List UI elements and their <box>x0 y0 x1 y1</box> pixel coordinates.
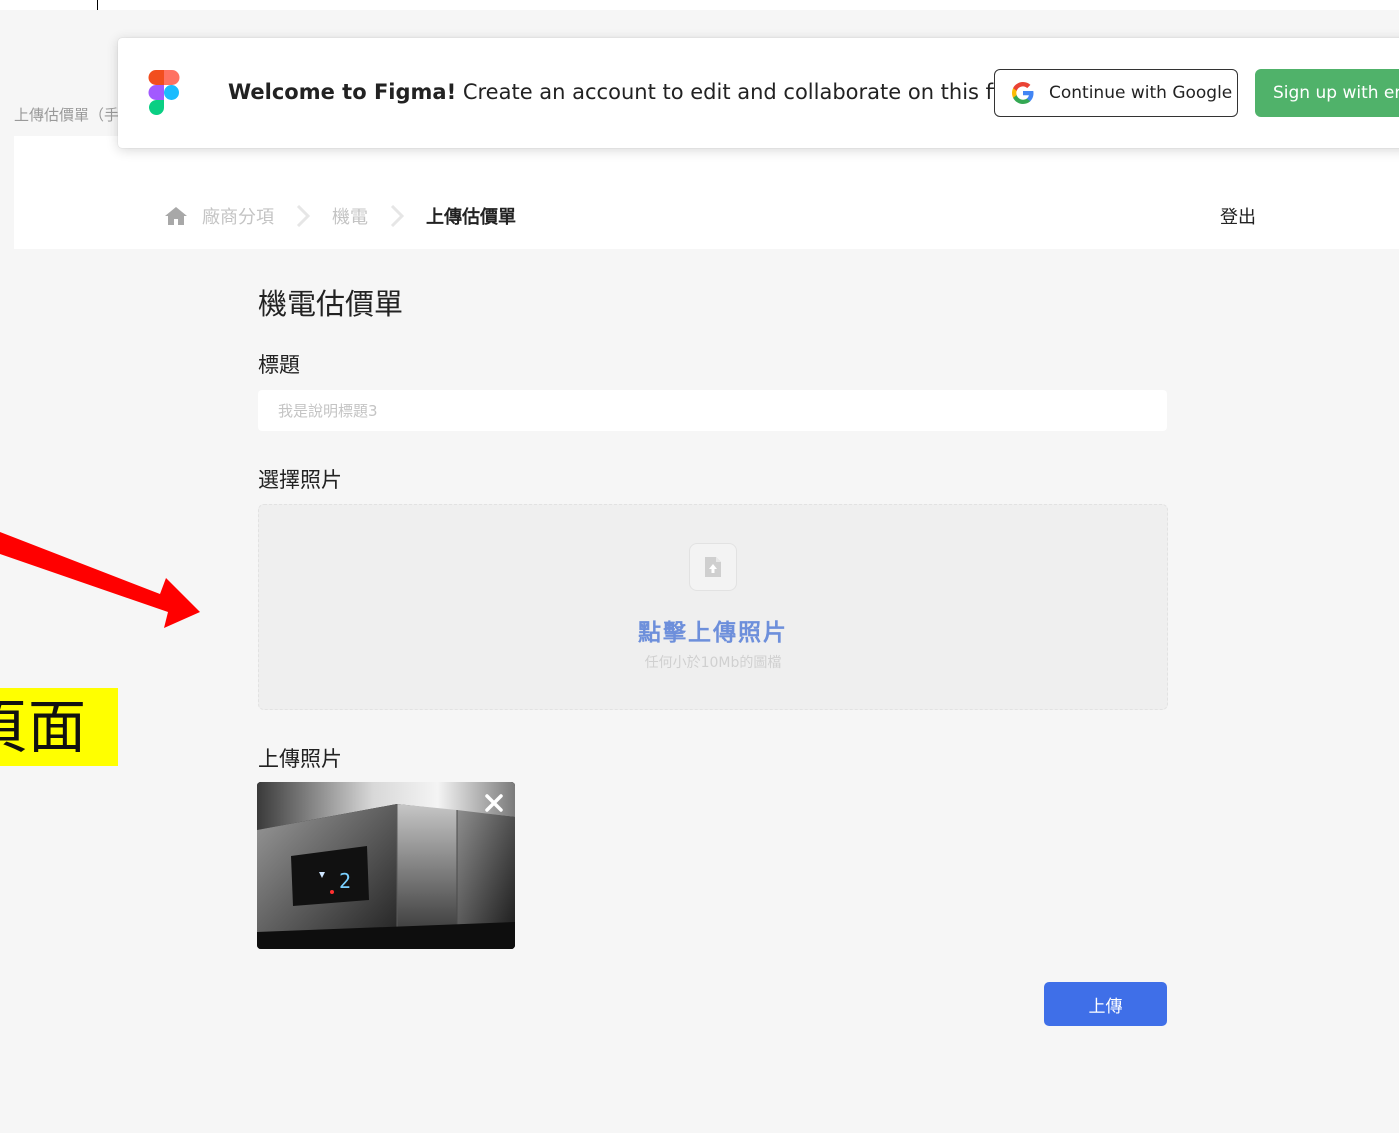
welcome-body-text: Create an account to edit and collaborat… <box>456 80 1025 104</box>
welcome-bold-text: Welcome to Figma! <box>228 80 457 104</box>
note-text: 頁面 <box>0 693 87 761</box>
red-arrow-annotation <box>0 532 200 628</box>
figma-welcome-text: Welcome to Figma! Create an account to e… <box>228 80 1024 104</box>
elevator-photo: 2 <box>257 782 515 949</box>
floor-display: 2 <box>339 869 351 893</box>
breadcrumb: 廠商分項 機電 上傳估價單 <box>164 203 516 229</box>
file-upload-icon <box>705 557 721 577</box>
upload-button[interactable]: 上傳 <box>1044 982 1167 1026</box>
photo-dropzone[interactable]: 點擊上傳照片 任何小於10Mb的圖檔 <box>258 504 1168 710</box>
breadcrumb-item-mep[interactable]: 機電 <box>332 203 368 229</box>
google-button-label: Continue with Google <box>1049 83 1233 103</box>
chevron-right-icon <box>296 205 310 227</box>
google-icon <box>1012 82 1034 104</box>
upload-icon-box <box>689 543 737 591</box>
signup-email-button[interactable]: Sign up with em <box>1255 69 1399 117</box>
uploaded-photo-label: 上傳照片 <box>258 747 342 771</box>
title-input[interactable] <box>258 390 1167 431</box>
uploaded-photo-thumbnail[interactable]: 2 <box>257 782 515 949</box>
breadcrumb-current: 上傳估價單 <box>426 207 516 228</box>
page-title: 機電估價單 <box>258 287 404 321</box>
figma-canvas: 上傳估價單（手 廠商分項 機電 上傳估價單 登出 機電估價單 標題 選擇照片 點… <box>0 0 1399 1133</box>
top-strip <box>0 0 1399 10</box>
frame-label[interactable]: 上傳估價單（手 <box>14 104 119 125</box>
page-header <box>14 136 1399 249</box>
home-icon[interactable] <box>164 205 188 227</box>
logout-link[interactable]: 登出 <box>1220 203 1256 229</box>
figma-welcome-banner: Welcome to Figma! Create an account to e… <box>118 38 1399 148</box>
text-cursor <box>97 0 98 10</box>
choose-photo-label: 選擇照片 <box>258 468 342 492</box>
dropzone-title: 點擊上傳照片 <box>638 620 788 646</box>
dropzone-subtitle: 任何小於10Mb的圖檔 <box>644 655 782 671</box>
figma-logo-icon <box>148 70 180 115</box>
breadcrumb-item-vendor[interactable]: 廠商分項 <box>202 203 274 229</box>
continue-with-google-button[interactable]: Continue with Google <box>994 69 1238 117</box>
remove-photo-icon[interactable] <box>483 792 505 814</box>
yellow-note-annotation: 頁面 <box>0 688 118 766</box>
title-label: 標題 <box>258 353 300 377</box>
chevron-right-icon <box>390 205 404 227</box>
